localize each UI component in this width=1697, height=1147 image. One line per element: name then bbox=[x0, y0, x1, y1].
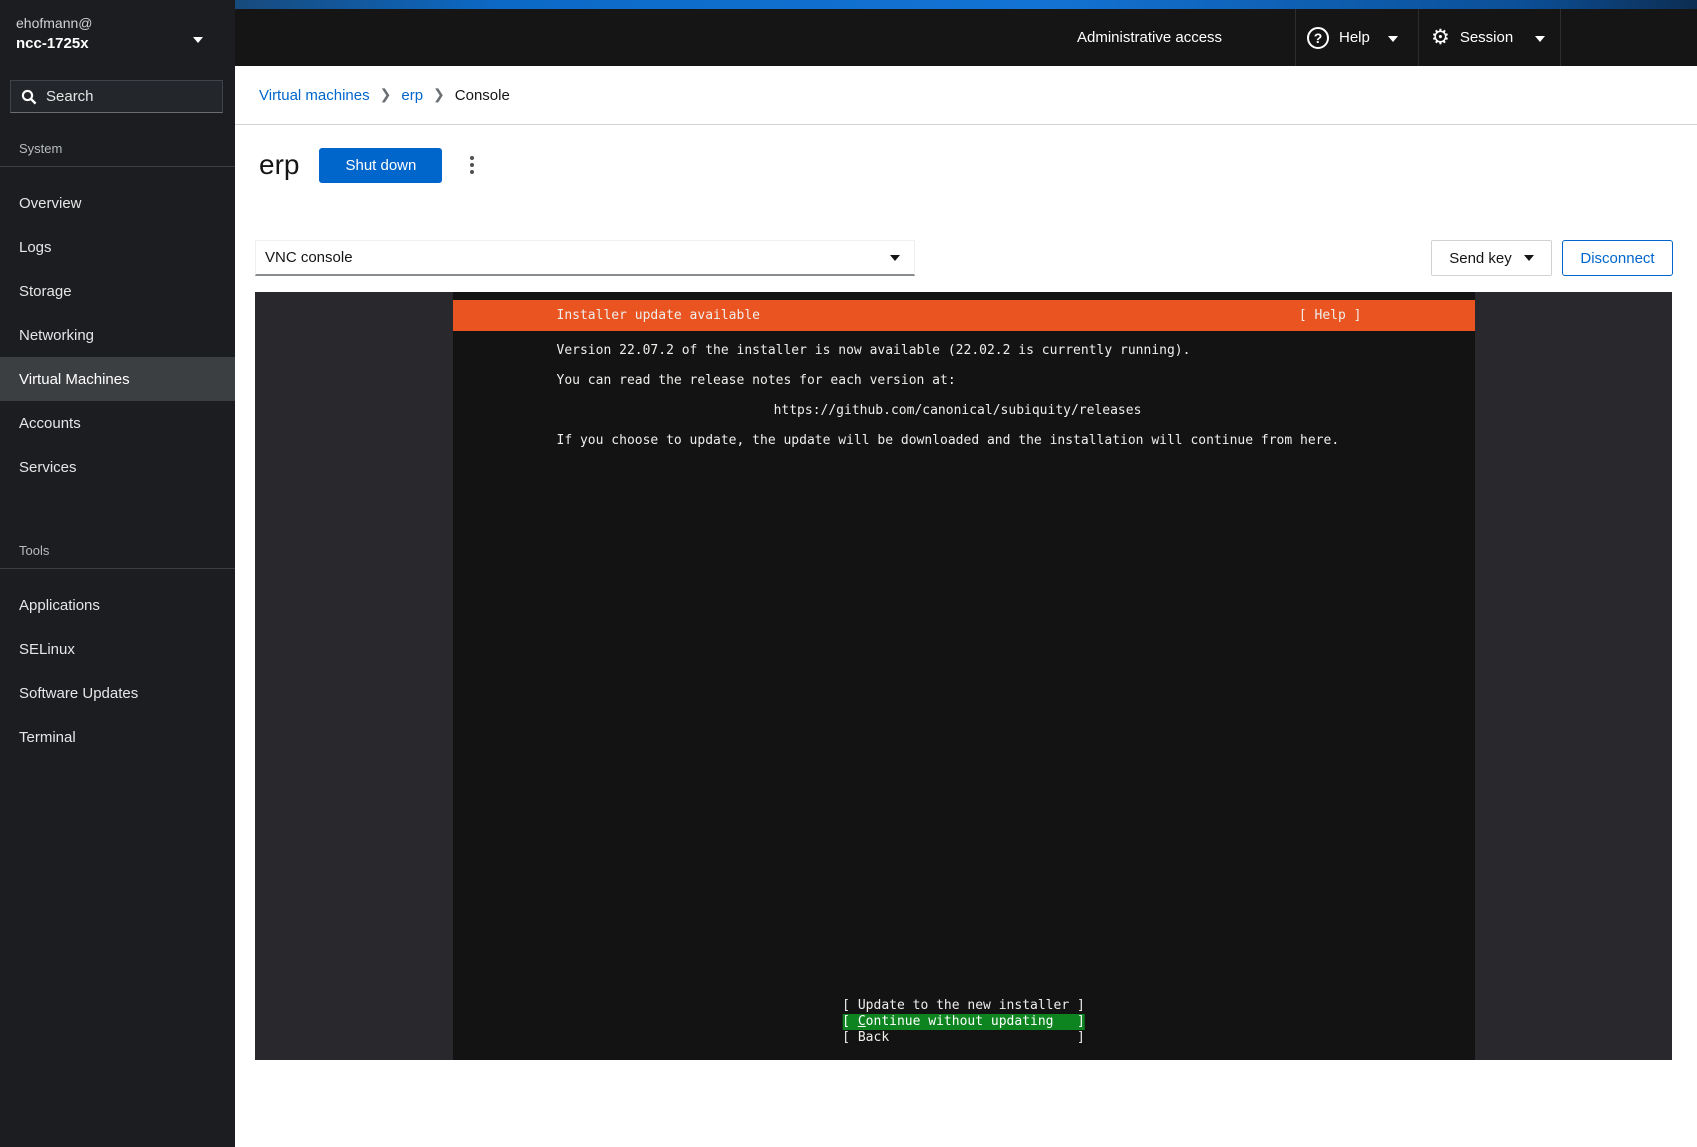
main-content: Virtual machines ❯ erp ❯ Console erp Shu… bbox=[235, 66, 1697, 1147]
send-key-caret-icon bbox=[1524, 255, 1534, 261]
option-continue-rest: ontinue without updating ] bbox=[866, 1014, 1085, 1029]
vm-title-row: erp Shut down bbox=[259, 145, 482, 185]
masthead-divider bbox=[1560, 9, 1561, 66]
sidebar-item-software-updates[interactable]: Software Updates bbox=[0, 671, 235, 715]
sidebar-item-services[interactable]: Services bbox=[0, 445, 235, 489]
send-key-dropdown[interactable]: Send key bbox=[1431, 240, 1552, 276]
breadcrumb-console: Console bbox=[455, 87, 510, 104]
option-continue-without-updating[interactable]: [ Continue without updating ] bbox=[842, 1014, 1085, 1030]
breadcrumb-virtual-machines[interactable]: Virtual machines bbox=[259, 87, 370, 104]
masthead-divider bbox=[1295, 9, 1296, 66]
hostname: ncc-1725x bbox=[16, 33, 219, 55]
shut-down-button[interactable]: Shut down bbox=[319, 148, 442, 183]
option-continue-prefix: [ bbox=[842, 1014, 858, 1029]
username: ehofmann@ bbox=[16, 13, 219, 33]
vnc-console-area: Installer update available [ Help ] Vers… bbox=[255, 292, 1672, 1060]
installer-line-release-notes: You can read the release notes for each … bbox=[557, 373, 956, 389]
installer-line-version: Version 22.07.2 of the installer is now … bbox=[557, 343, 1191, 359]
search-input[interactable] bbox=[46, 88, 212, 105]
page-title: erp bbox=[259, 149, 299, 181]
search-icon bbox=[21, 89, 37, 105]
installer-options: [ Update to the new installer ] [ Contin… bbox=[842, 998, 1085, 1046]
console-type-select[interactable]: VNC console bbox=[255, 240, 915, 276]
vnc-framebuffer[interactable]: Installer update available [ Help ] Vers… bbox=[453, 292, 1475, 1060]
option-update-installer[interactable]: [ Update to the new installer ] bbox=[842, 998, 1085, 1014]
sidebar-item-logs[interactable]: Logs bbox=[0, 225, 235, 269]
help-label: Help bbox=[1339, 29, 1370, 46]
masthead: Administrative access ? Help ⚙ Session bbox=[235, 0, 1697, 66]
installer-release-url: https://github.com/canonical/subiquity/r… bbox=[453, 403, 1463, 419]
sidebar: ehofmann@ ncc-1725x System Overview Logs… bbox=[0, 0, 235, 1147]
console-type-value: VNC console bbox=[265, 249, 353, 266]
session-label: Session bbox=[1460, 29, 1513, 46]
masthead-divider bbox=[1418, 9, 1419, 66]
select-caret-icon bbox=[890, 255, 900, 261]
installer-header-bar: Installer update available [ Help ] bbox=[453, 300, 1475, 331]
help-caret-icon bbox=[1388, 29, 1398, 46]
sidebar-item-terminal[interactable]: Terminal bbox=[0, 715, 235, 759]
administrative-access-label: Administrative access bbox=[1077, 29, 1222, 46]
gear-icon: ⚙ bbox=[1431, 27, 1450, 48]
nav-section-system: System bbox=[0, 141, 235, 167]
sidebar-item-selinux[interactable]: SELinux bbox=[0, 627, 235, 671]
disconnect-button[interactable]: Disconnect bbox=[1562, 240, 1673, 276]
sidebar-item-accounts[interactable]: Accounts bbox=[0, 401, 235, 445]
help-icon: ? bbox=[1307, 27, 1329, 49]
breadcrumb: Virtual machines ❯ erp ❯ Console bbox=[235, 66, 1697, 125]
user-menu-caret-icon bbox=[193, 30, 203, 48]
sidebar-item-networking[interactable]: Networking bbox=[0, 313, 235, 357]
user-menu[interactable]: ehofmann@ ncc-1725x bbox=[0, 0, 235, 66]
help-menu[interactable]: ? Help bbox=[1307, 9, 1398, 66]
sidebar-nav: System Overview Logs Storage Networking … bbox=[0, 113, 235, 759]
option-back[interactable]: [ Back ] bbox=[842, 1030, 1085, 1046]
nav-section-tools: Tools bbox=[0, 543, 235, 569]
session-caret-icon bbox=[1535, 29, 1545, 46]
sidebar-item-storage[interactable]: Storage bbox=[0, 269, 235, 313]
chevron-right-icon: ❯ bbox=[433, 86, 445, 103]
sidebar-item-virtual-machines[interactable]: Virtual Machines bbox=[0, 357, 235, 401]
installer-help-button[interactable]: [ Help ] bbox=[1299, 300, 1362, 331]
session-menu[interactable]: ⚙ Session bbox=[1431, 9, 1545, 66]
installer-header-title: Installer update available bbox=[557, 300, 761, 331]
installer-line-continue-note: If you choose to update, the update will… bbox=[557, 433, 1340, 449]
send-key-label: Send key bbox=[1449, 250, 1512, 267]
console-toolbar: VNC console Send key Disconnect bbox=[235, 240, 1697, 276]
administrative-access-button[interactable]: Administrative access bbox=[1077, 9, 1222, 66]
sidebar-search[interactable] bbox=[10, 80, 223, 113]
sidebar-item-overview[interactable]: Overview bbox=[0, 181, 235, 225]
sidebar-item-applications[interactable]: Applications bbox=[0, 583, 235, 627]
breadcrumb-erp[interactable]: erp bbox=[401, 87, 423, 104]
cockpit-app: ehofmann@ ncc-1725x System Overview Logs… bbox=[0, 0, 1697, 1147]
masthead-accent-bar bbox=[235, 0, 1697, 9]
kebab-menu-icon[interactable] bbox=[462, 150, 482, 180]
chevron-right-icon: ❯ bbox=[380, 86, 392, 103]
